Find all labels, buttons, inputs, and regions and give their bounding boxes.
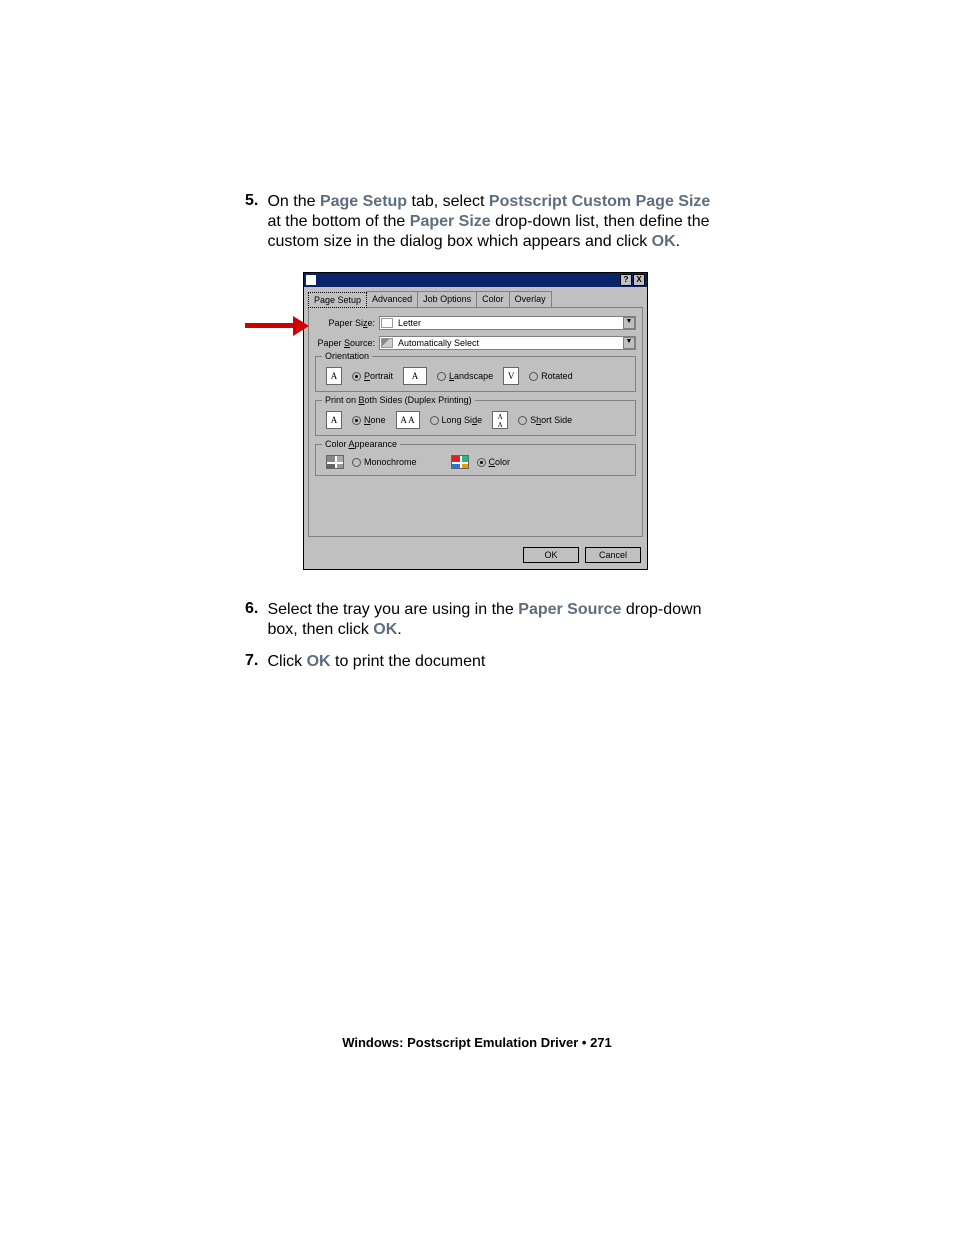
tab-overlay[interactable]: Overlay: [509, 291, 552, 307]
step-5-num: 5.: [245, 192, 263, 210]
tab-panel: Paper Size: Letter ▼ Paper Source: Autom…: [308, 307, 643, 537]
page-footer: Windows: Postscript Emulation Driver • 2…: [0, 1035, 954, 1050]
chevron-down-icon: ▼: [623, 317, 635, 329]
shortside-icon: AA: [492, 411, 508, 429]
tab-job-options[interactable]: Job Options: [417, 291, 477, 307]
none-icon: A: [326, 411, 342, 429]
step-7-num: 7.: [245, 652, 263, 670]
rotated-icon: V: [503, 367, 519, 385]
radio-rotated[interactable]: Rotated: [529, 371, 573, 381]
step-5: 5. On the Page Setup tab, select Postscr…: [245, 192, 745, 252]
step-5-body: On the Page Setup tab, select Postscript…: [267, 192, 727, 252]
window-icon: [306, 275, 316, 285]
tab-color[interactable]: Color: [476, 291, 510, 307]
radio-monochrome[interactable]: Monochrome: [352, 457, 417, 467]
radio-portrait[interactable]: Portrait: [352, 371, 393, 381]
radio-none[interactable]: None: [352, 415, 386, 425]
paper-size-value: Letter: [398, 318, 421, 328]
page-icon: [381, 318, 393, 328]
color-appearance-group: Color Appearance Monochrome Color: [315, 444, 636, 476]
ok-button[interactable]: OK: [523, 547, 579, 563]
paper-source-dropdown[interactable]: Automatically Select ▼: [379, 336, 636, 350]
step-7-body: Click OK to print the document: [267, 652, 727, 672]
close-button[interactable]: X: [633, 274, 645, 286]
step-7: 7. Click OK to print the document: [245, 652, 745, 672]
color-legend: Color Appearance: [322, 439, 400, 449]
step-6-num: 6.: [245, 600, 263, 618]
monochrome-icon: [326, 455, 344, 469]
radio-landscape[interactable]: Landscape: [437, 371, 493, 381]
paper-source-value: Automatically Select: [398, 338, 479, 348]
tab-page-setup[interactable]: Page Setup: [308, 292, 367, 308]
help-button[interactable]: ?: [620, 274, 632, 286]
duplex-group: Print on Both Sides (Duplex Printing) A …: [315, 400, 636, 436]
radio-long-side[interactable]: Long Side: [430, 415, 483, 425]
callout-arrow: [245, 316, 309, 336]
print-dialog: ? X Page Setup Advanced Job Options Colo…: [303, 272, 648, 570]
orientation-legend: Orientation: [322, 351, 372, 361]
duplex-legend: Print on Both Sides (Duplex Printing): [322, 395, 475, 405]
longside-icon: A A: [396, 411, 420, 429]
radio-color[interactable]: Color: [477, 457, 511, 467]
titlebar: ? X: [304, 273, 647, 287]
landscape-icon: A: [403, 367, 427, 385]
paper-source-label: Paper Source:: [315, 338, 375, 348]
step-6-body: Select the tray you are using in the Pap…: [267, 600, 727, 640]
step-6: 6. Select the tray you are using in the …: [245, 600, 745, 640]
cancel-button[interactable]: Cancel: [585, 547, 641, 563]
tab-advanced[interactable]: Advanced: [366, 291, 418, 307]
color-icon: [451, 455, 469, 469]
tray-icon: [381, 338, 393, 348]
paper-size-label: Paper Size:: [315, 318, 375, 328]
button-row: OK Cancel: [304, 541, 647, 569]
tab-strip: Page Setup Advanced Job Options Color Ov…: [308, 291, 643, 307]
chevron-down-icon: ▼: [623, 337, 635, 349]
portrait-icon: A: [326, 367, 342, 385]
radio-short-side[interactable]: Short Side: [518, 415, 572, 425]
orientation-group: Orientation A Portrait A Landscape V Rot…: [315, 356, 636, 392]
paper-size-dropdown[interactable]: Letter ▼: [379, 316, 636, 330]
